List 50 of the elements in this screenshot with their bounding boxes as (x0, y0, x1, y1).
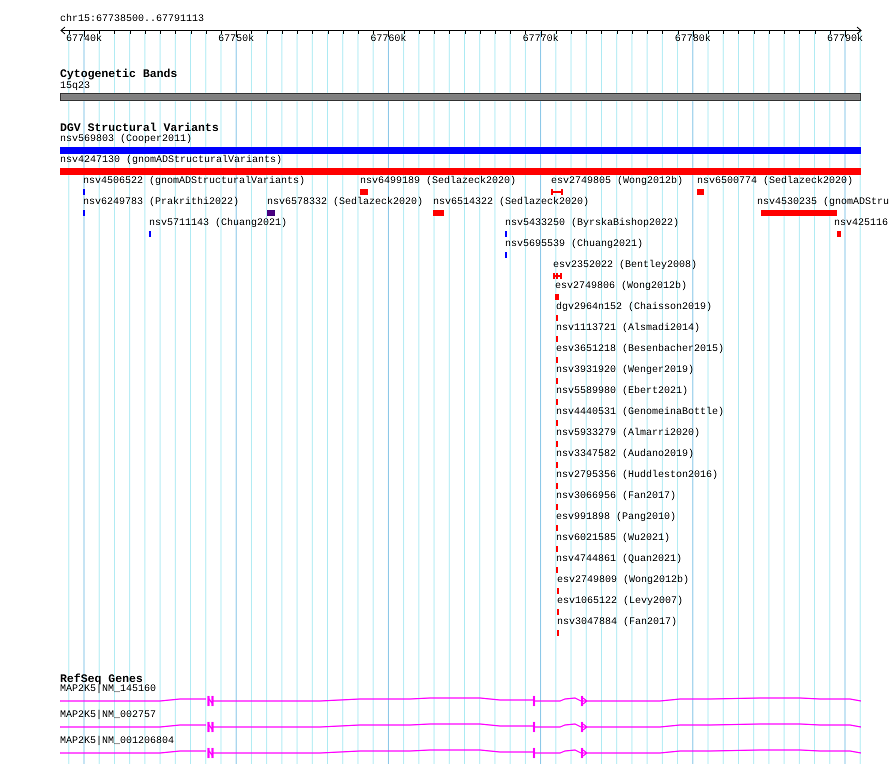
variant-label: esv1065122 (Levy2007) (557, 596, 684, 608)
variant-label: nsv425116 (834, 218, 888, 230)
variant-label: nsv4506522 (gnomADStructuralVariants) (83, 176, 306, 188)
region-label: chr15:67738500..67791113 (60, 14, 204, 26)
variant-label: nsv1113721 (Alsmadi2014) (556, 323, 700, 335)
tick-label: 67760k (369, 34, 408, 46)
variant-label: nsv6249783 (Prakrithi2022) (83, 197, 240, 209)
variant-label: nsv4247130 (gnomADStructuralVariants) (60, 155, 282, 167)
variant-glyph[interactable] (553, 273, 562, 279)
transcript-drawing[interactable] (59, 696, 862, 706)
tick-label: 67740k (64, 34, 103, 46)
variant-label: esv991898 (Pang2010) (556, 512, 676, 524)
variant-label: nsv2795356 (Huddleston2016) (556, 470, 718, 482)
transcript-label: MAP2K5|NM_145160 (60, 684, 156, 696)
tick-label: 67780k (674, 34, 712, 46)
band-label: 15q23 (60, 81, 90, 93)
variant-label: nsv3931920 (Wenger2019) (556, 365, 694, 377)
variant-glyph[interactable] (551, 189, 563, 195)
variant-label: nsv4530235 (gnomADStru (757, 197, 890, 209)
variant-label: nsv5711143 (Chuang2021) (149, 218, 288, 230)
variant-label: nsv6499189 (Sedlazeck2020) (360, 176, 516, 188)
variant-label: nsv5433250 (ByrskaBishop2022) (505, 218, 680, 230)
variant-label: nsv5695539 (Chuang2021) (505, 239, 644, 251)
variant-label: nsv3347582 (Audano2019) (556, 449, 694, 461)
variant-label: nsv569803 (Cooper2011) (60, 134, 192, 146)
variant-label: nsv6578332 (Sedlazeck2020) (267, 197, 424, 209)
variant-label: nsv3066956 (Fan2017) (556, 491, 676, 503)
tick-label: 67770k (522, 34, 560, 46)
variant-label: esv2749809 (Wong2012b) (557, 575, 690, 587)
transcript-label: MAP2K5|NM_002757 (60, 710, 156, 722)
track-title: DGV Structural Variants (60, 122, 219, 135)
transcript-drawing[interactable] (59, 748, 862, 758)
variant-label: nsv6514322 (Sedlazeck2020) (433, 197, 590, 209)
variant-label: nsv4744861 (Quan2021) (556, 554, 682, 566)
tick-label: 67750k (217, 34, 256, 46)
variant-label: nsv5933279 (Almarri2020) (556, 428, 700, 440)
track-title: Cytogenetic Bands (60, 68, 178, 81)
tick-label: 67790k (826, 34, 864, 46)
variant-label: esv2749805 (Wong2012b) (551, 176, 684, 188)
variant-label: esv2352022 (Bentley2008) (553, 260, 698, 272)
variant-label: nsv3047884 (Fan2017) (557, 617, 678, 629)
variant-label: nsv6500774 (Sedlazeck2020) (697, 176, 854, 188)
variant-label: nsv4440531 (GenomeinaBottle) (556, 407, 724, 419)
variant-label: nsv5589980 (Ebert2021) (556, 386, 688, 398)
variant-label: dgv2964n152 (Chaisson2019) (556, 302, 712, 314)
variant-label: esv3651218 (Besenbacher2015) (556, 344, 724, 356)
transcript-label: MAP2K5|NM_001206804 (60, 736, 174, 748)
transcript-drawing[interactable] (59, 722, 862, 732)
variant-label: esv2749806 (Wong2012b) (555, 281, 688, 293)
variant-label: nsv6021585 (Wu2021) (556, 533, 670, 545)
